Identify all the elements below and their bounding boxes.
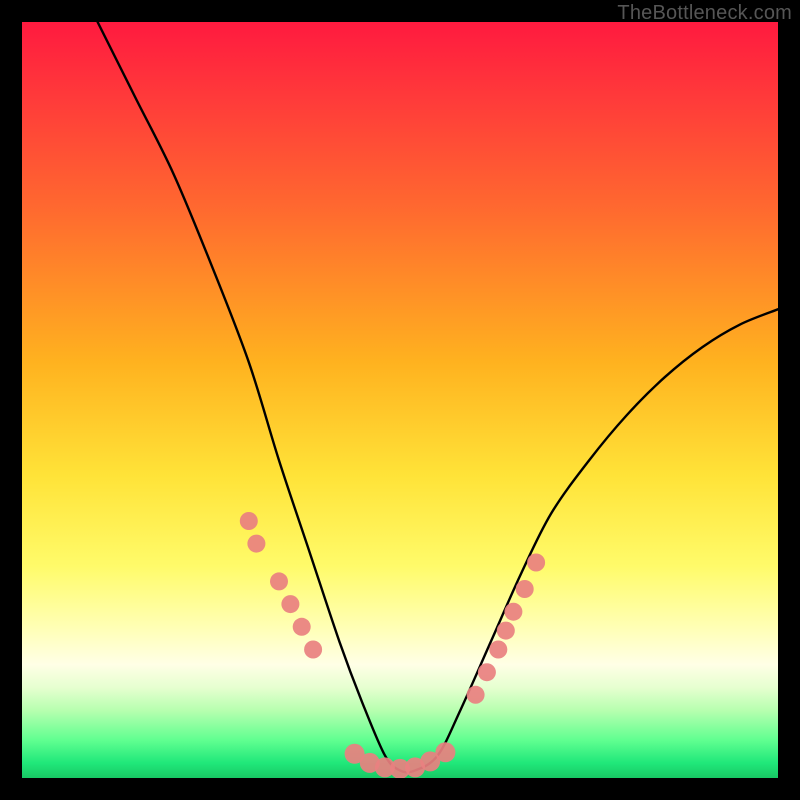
- curve-marker: [435, 742, 455, 762]
- curve-marker: [527, 554, 545, 572]
- curve-marker: [304, 641, 322, 659]
- marker-cluster-valley: [345, 742, 456, 778]
- curve-marker: [504, 603, 522, 621]
- marker-cluster-left: [240, 512, 322, 659]
- curve-marker: [270, 572, 288, 590]
- curve-marker: [240, 512, 258, 530]
- curve-marker: [293, 618, 311, 636]
- curve-marker: [467, 686, 485, 704]
- curve-marker: [497, 622, 515, 640]
- curve-marker: [489, 641, 507, 659]
- marker-cluster-right: [467, 554, 545, 704]
- curve-marker: [281, 595, 299, 613]
- chart-plot-area: [22, 22, 778, 778]
- bottleneck-curve-line: [98, 22, 778, 772]
- watermark-text: TheBottleneck.com: [617, 2, 792, 25]
- curve-marker: [247, 535, 265, 553]
- curve-marker: [516, 580, 534, 598]
- curve-marker: [478, 663, 496, 681]
- bottleneck-curve-svg: [22, 22, 778, 778]
